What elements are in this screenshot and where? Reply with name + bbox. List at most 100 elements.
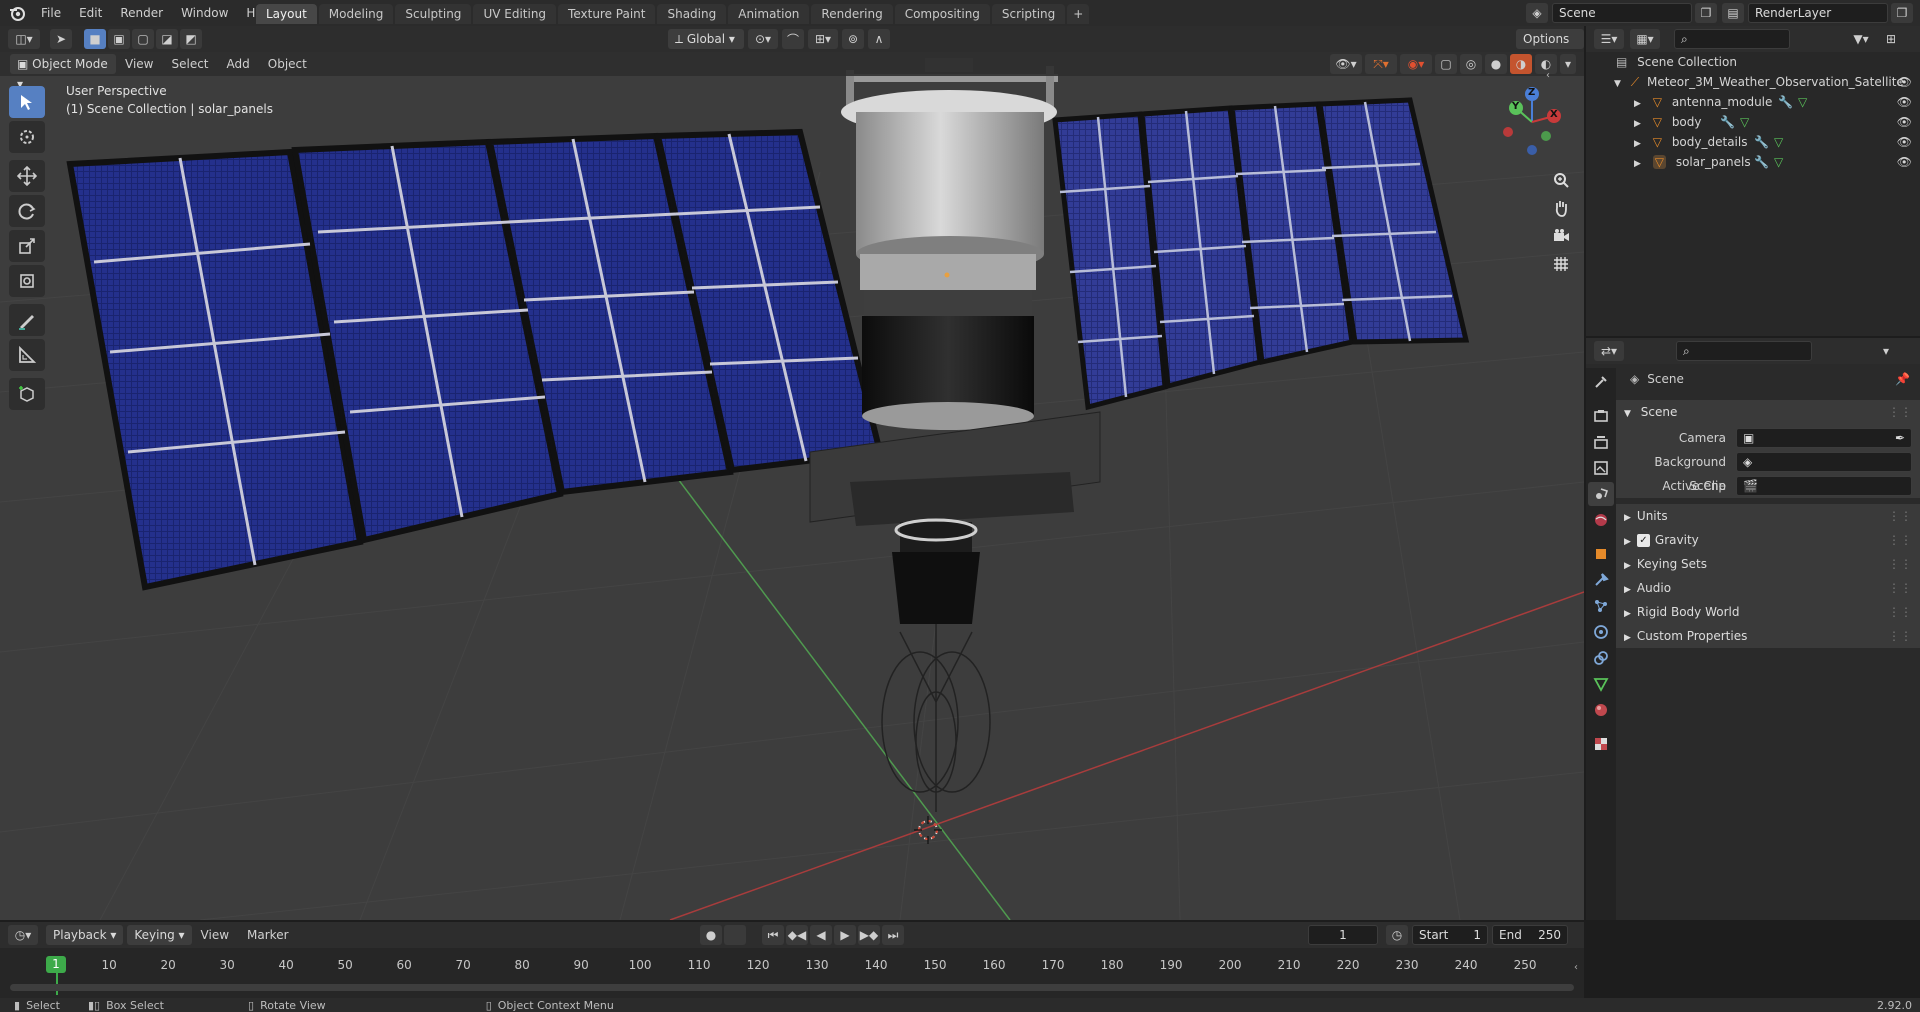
- drag-handle-icon[interactable]: ⋮⋮: [1888, 624, 1912, 648]
- camera-field[interactable]: ▣ ✒: [1736, 428, 1912, 448]
- expand-arrow-icon[interactable]: ▶: [1634, 159, 1641, 169]
- outliner-row-antenna-module[interactable]: ▶ ▽ antenna_module 🔧 ▽ 👁: [1586, 92, 1920, 112]
- mesh-data-icon[interactable]: ▽: [1774, 132, 1783, 152]
- select-subtract-icon[interactable]: ▢: [132, 29, 154, 49]
- render-layer-field[interactable]: RenderLayer: [1748, 3, 1888, 23]
- expand-arrow-icon[interactable]: ▶: [1634, 99, 1641, 109]
- drag-handle-icon[interactable]: ⋮⋮: [1888, 576, 1912, 600]
- camera-view-icon[interactable]: [1546, 222, 1576, 250]
- blender-logo-icon[interactable]: [8, 4, 26, 22]
- use-preview-range-icon[interactable]: ◷: [1386, 925, 1408, 945]
- view-layer-properties-icon[interactable]: [1588, 456, 1614, 480]
- sidebar-toggle-icon[interactable]: ‹: [1546, 70, 1550, 81]
- timeline-menu-view[interactable]: View: [192, 922, 238, 948]
- measure-tool-icon[interactable]: [9, 339, 45, 371]
- drag-handle-icon[interactable]: ⋮⋮: [1888, 504, 1912, 528]
- visibility-icon[interactable]: 👁▾: [1330, 54, 1362, 74]
- modifier-icon[interactable]: 🔧: [1754, 152, 1769, 172]
- texture-properties-icon[interactable]: [1588, 732, 1614, 756]
- mode-dropdown[interactable]: ▣ Object Mode ▾: [10, 54, 116, 91]
- modifier-icon[interactable]: 🔧: [1720, 112, 1735, 132]
- output-properties-icon[interactable]: [1588, 430, 1614, 454]
- outliner-row-body-details[interactable]: ▶ ▽ body_details 🔧 ▽ 👁: [1586, 132, 1920, 152]
- outliner-row-solar-panels[interactable]: ▶ ▽ solar_panels 🔧 ▽ 👁: [1586, 152, 1920, 172]
- visibility-eye-icon[interactable]: 👁: [1897, 112, 1912, 132]
- jump-start-icon[interactable]: ⏮: [762, 925, 784, 945]
- tab-animation[interactable]: Animation: [728, 4, 810, 24]
- playhead-frame-indicator[interactable]: 1: [46, 956, 66, 973]
- render-layer-icon[interactable]: ▤: [1722, 3, 1744, 23]
- viewport-menu-add[interactable]: Add: [218, 52, 259, 77]
- tab-uv-editing[interactable]: UV Editing: [473, 4, 557, 24]
- data-properties-icon[interactable]: [1588, 672, 1614, 696]
- gravity-checkbox[interactable]: ✓: [1636, 534, 1650, 547]
- outliner-row-scene-collection[interactable]: ▤ Scene Collection: [1586, 52, 1920, 72]
- select-tool-icon[interactable]: ➤: [50, 29, 72, 49]
- viewport-menu-view[interactable]: View: [116, 52, 162, 77]
- material-properties-icon[interactable]: [1588, 698, 1614, 722]
- 3d-viewport[interactable]: ▣ Object Mode ▾ View Select Add Object 👁…: [0, 52, 1584, 920]
- play-icon[interactable]: ▶: [834, 925, 856, 945]
- physics-properties-icon[interactable]: [1588, 620, 1614, 644]
- navigation-gizmo[interactable]: Z Y X: [1496, 86, 1568, 158]
- timeline-editor-type-icon[interactable]: ◷▾: [8, 925, 38, 945]
- shading-options-icon[interactable]: ▾: [1560, 54, 1576, 74]
- drag-handle-icon[interactable]: ⋮⋮: [1888, 400, 1912, 424]
- left-solar-wing[interactable]: [66, 128, 884, 591]
- keying-sets-panel-header[interactable]: ▶ Keying Sets ⋮⋮: [1616, 552, 1920, 576]
- select-new-icon[interactable]: ■: [84, 29, 106, 49]
- collapse-arrow-icon[interactable]: ▼: [1614, 79, 1621, 89]
- tool-properties-icon[interactable]: [1588, 370, 1614, 394]
- scale-tool-icon[interactable]: [9, 230, 45, 262]
- drag-handle-icon[interactable]: ⋮⋮: [1888, 552, 1912, 576]
- object-properties-icon[interactable]: [1588, 542, 1614, 566]
- tab-modeling[interactable]: Modeling: [318, 4, 394, 24]
- right-solar-wing[interactable]: [1052, 97, 1470, 411]
- 3d-cursor[interactable]: [914, 816, 942, 844]
- menu-render[interactable]: Render: [111, 0, 172, 26]
- jump-keyframe-forward-icon[interactable]: ▶◆: [858, 925, 880, 945]
- eyedropper-icon[interactable]: ✒: [1895, 429, 1905, 447]
- add-workspace-button[interactable]: +: [1067, 4, 1090, 24]
- viewport-canvas[interactable]: [0, 52, 1584, 920]
- modifier-properties-icon[interactable]: [1588, 568, 1614, 592]
- menu-file[interactable]: File: [32, 0, 70, 26]
- mesh-data-icon[interactable]: ▽: [1774, 152, 1783, 172]
- timeline-menu-marker[interactable]: Marker: [238, 922, 297, 948]
- scene-name-field[interactable]: Scene: [1552, 3, 1692, 23]
- jump-end-icon[interactable]: ⏭: [882, 925, 904, 945]
- mesh-data-icon[interactable]: ▽: [1740, 112, 1749, 132]
- select-box-tool-icon[interactable]: [9, 86, 45, 118]
- visibility-eye-icon[interactable]: 👁: [1897, 72, 1912, 92]
- mesh-data-icon[interactable]: ▽: [1798, 92, 1807, 112]
- record-button-icon[interactable]: ●: [700, 925, 722, 945]
- solid-shading-icon[interactable]: ●: [1485, 54, 1507, 74]
- copy-layer-icon[interactable]: ❐: [1891, 3, 1913, 23]
- modifier-icon[interactable]: 🔧: [1778, 92, 1793, 112]
- outliner-editor-type-icon[interactable]: ☰▾: [1594, 29, 1624, 49]
- rigid-body-world-panel-header[interactable]: ▶ Rigid Body World ⋮⋮: [1616, 600, 1920, 624]
- overlay-toggle-icon[interactable]: ◉▾: [1400, 54, 1432, 74]
- scene-type-icon[interactable]: ◈: [1526, 3, 1548, 23]
- modifier-icon[interactable]: 🔧: [1754, 132, 1769, 152]
- gizmo-toggle-icon[interactable]: ⤧▾: [1365, 54, 1397, 74]
- play-reverse-icon[interactable]: ◀: [810, 925, 832, 945]
- visibility-eye-icon[interactable]: 👁: [1897, 152, 1912, 172]
- audio-panel-header[interactable]: ▶ Audio ⋮⋮: [1616, 576, 1920, 600]
- visibility-eye-icon[interactable]: 👁: [1897, 132, 1912, 152]
- visibility-eye-icon[interactable]: 👁: [1897, 92, 1912, 112]
- menu-edit[interactable]: Edit: [70, 0, 111, 26]
- playback-dropdown[interactable]: Playback ▾: [46, 925, 124, 945]
- transform-orientation-dropdown[interactable]: ⟂ Global ▾: [668, 29, 744, 49]
- close-layer-icon[interactable]: ✕: [1915, 3, 1920, 23]
- properties-search-input[interactable]: ⌕: [1676, 341, 1812, 361]
- end-frame-field[interactable]: End 250: [1492, 925, 1568, 945]
- cursor-tool-icon[interactable]: [9, 121, 45, 153]
- gravity-panel-header[interactable]: ▶ ✓ Gravity ⋮⋮: [1616, 528, 1920, 552]
- drag-handle-icon[interactable]: ⋮⋮: [1888, 600, 1912, 624]
- tab-shading[interactable]: Shading: [657, 4, 727, 24]
- snap-target-icon[interactable]: ⊞▾: [808, 29, 838, 49]
- active-clip-field[interactable]: 🎬: [1736, 476, 1912, 496]
- keying-dropdown[interactable]: Keying ▾: [127, 925, 192, 945]
- tab-compositing[interactable]: Compositing: [894, 4, 990, 24]
